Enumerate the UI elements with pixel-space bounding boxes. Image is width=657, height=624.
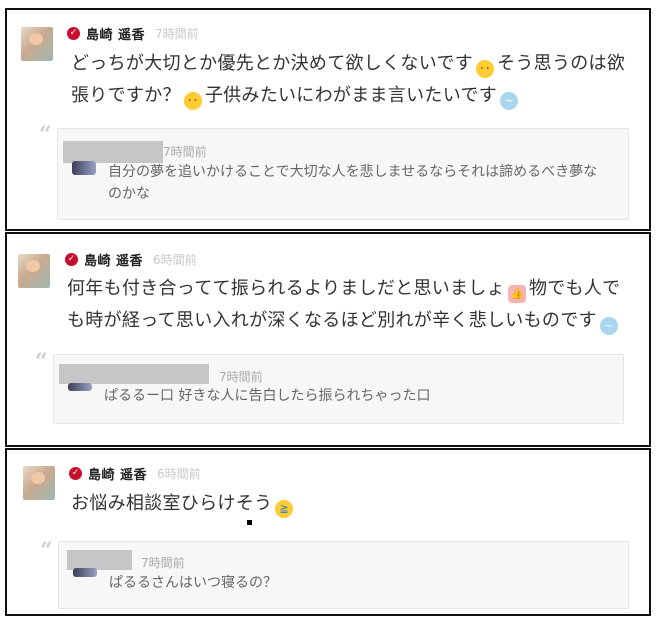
quoted-time: 7時間前 (141, 556, 185, 570)
post-time: 6時間前 (157, 467, 201, 481)
cloud-emoji: ~ (599, 317, 618, 335)
avatar[interactable] (23, 466, 55, 500)
cloud-emoji: ~ (500, 92, 519, 110)
post-time: 7時間前 (155, 27, 199, 41)
quoted-time: 7時間前 (163, 145, 207, 159)
tears-of-joy-emoji: ≧ (275, 500, 294, 518)
quote-icon: “ (39, 122, 52, 148)
post-header: ✓ 島崎 遥香 6時間前 (69, 464, 201, 483)
post-message: お悩み相談室ひらけそう ≧ (71, 488, 631, 520)
post-message: 何年も付き合ってて振られるよりましだと思いましょ 👍 物でも人で も時が経って思い入… (67, 273, 642, 337)
redacted-username (67, 550, 132, 570)
quoted-avatar (72, 161, 96, 175)
post-card: ✓ 島崎 遥香 6時間前 何年も付き合ってて振られるよりましだと思いましょ 👍 物で… (5, 232, 651, 447)
author-name[interactable]: 島崎 遥香 (86, 24, 145, 43)
avatar[interactable] (18, 254, 50, 288)
post-header: ✓ 島崎 遥香 6時間前 (65, 250, 197, 269)
quoted-text: 自分の夢を追いかけることで大切な人を悲しませるならそれは諦めるべき夢な のかな (108, 164, 598, 202)
author-name[interactable]: 島崎 遥香 (88, 464, 147, 483)
quoted-message[interactable]: 7時間前 ぱるるさんはいつ寝るの？ (58, 541, 629, 609)
pout-face-emoji: ･･ (183, 92, 202, 110)
post-card: ✓ 島崎 遥香 7時間前 どっちが大切とか優先とか決めて欲しくないです ･･ そう思… (5, 8, 651, 231)
quoted-text: ぱるるさんはいつ寝るの？ (109, 575, 277, 591)
post-time: 6時間前 (153, 253, 197, 267)
quoted-time: 7時間前 (219, 370, 263, 384)
quoted-avatar (68, 383, 92, 391)
verified-badge-icon: ✓ (67, 27, 80, 40)
verified-badge-icon: ✓ (65, 253, 78, 266)
quoted-message[interactable]: 7時間前 ぱるるー口 好きな人に告白したら振られちゃった口 (53, 354, 624, 424)
quote-icon: “ (35, 349, 48, 375)
avatar[interactable] (21, 27, 53, 61)
quote-icon: “ (40, 538, 53, 564)
redacted-username (63, 141, 163, 163)
post-header: ✓ 島崎 遥香 7時間前 (67, 24, 199, 43)
post-card: ✓ 島崎 遥香 6時間前 お悩み相談室ひらけそう ≧ “ 7時間前 ぱるるさんはい… (5, 448, 651, 616)
quoted-avatar (73, 568, 97, 577)
author-name[interactable]: 島崎 遥香 (84, 250, 143, 269)
redacted-username (59, 364, 209, 384)
sweat-face-emoji: ･･ (476, 60, 495, 78)
cursor-dot (247, 520, 252, 525)
thumbs-up-emoji: 👍 (507, 285, 526, 303)
quoted-message[interactable]: 7時間前 自分の夢を追いかけることで大切な人を悲しませるならそれは諦めるべき夢な… (57, 128, 629, 220)
quoted-text: ぱるるー口 好きな人に告白したら振られちゃった口 (104, 388, 431, 404)
post-message: どっちが大切とか優先とか決めて欲しくないです ･･ そう思うのは欲 張りですか？ ･･… (71, 48, 641, 112)
verified-badge-icon: ✓ (69, 467, 82, 480)
